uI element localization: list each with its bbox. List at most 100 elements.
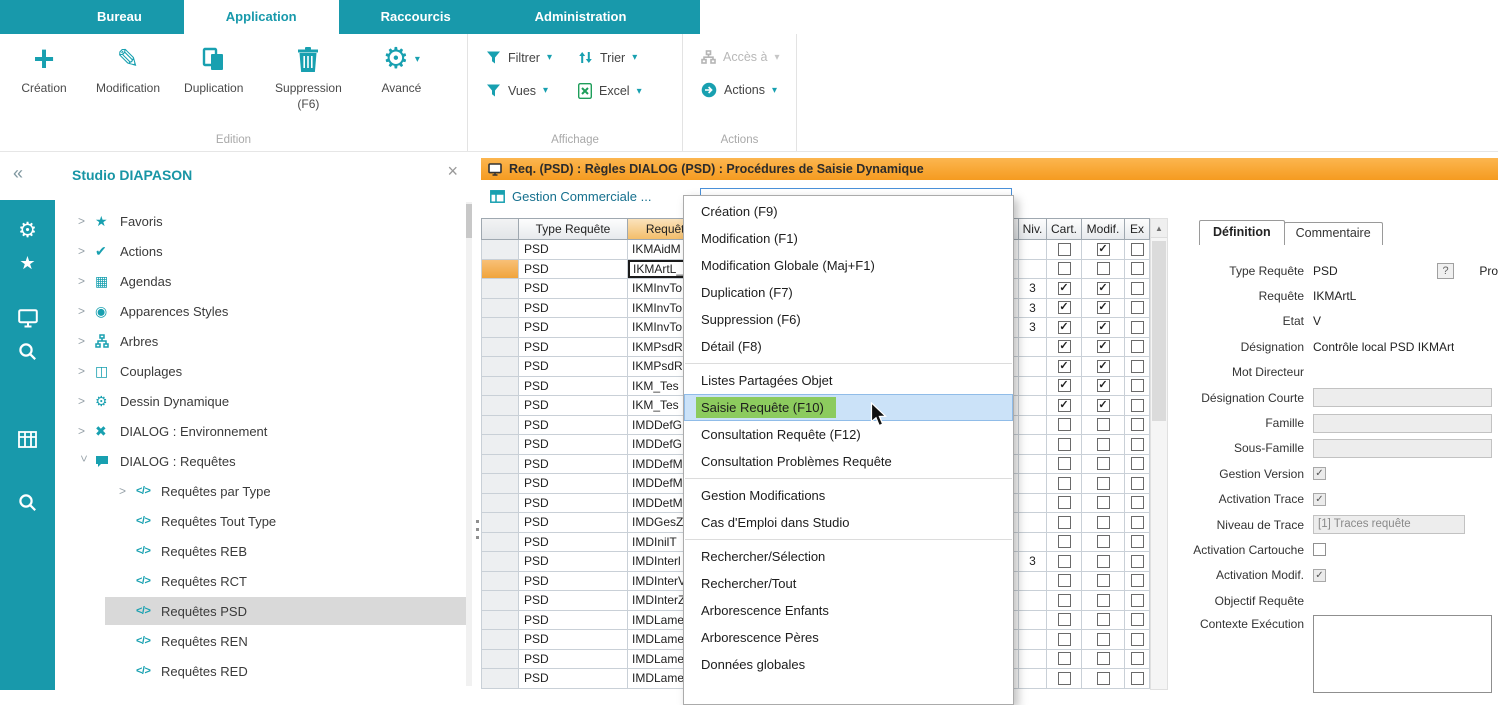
modif-checkbox[interactable]: [1097, 496, 1110, 509]
close-sidebar-button[interactable]: ×: [447, 161, 458, 182]
detail-tab-commentaire[interactable]: Commentaire: [1284, 222, 1383, 245]
field-checkbox[interactable]: ✓: [1313, 467, 1326, 480]
cart-checkbox[interactable]: [1058, 555, 1071, 568]
ex-checkbox[interactable]: [1131, 262, 1144, 275]
chevron-icon[interactable]: >: [78, 214, 95, 228]
cart-checkbox[interactable]: [1058, 574, 1071, 587]
ex-checkbox[interactable]: [1131, 574, 1144, 587]
grid-header-ex[interactable]: Ex: [1125, 218, 1150, 240]
menu-item-saisie-requ-te-f10[interactable]: Saisie Requête (F10): [684, 394, 1013, 421]
modif-checkbox[interactable]: [1097, 262, 1110, 275]
field-checkbox[interactable]: ✓: [1313, 493, 1326, 506]
modif-checkbox[interactable]: [1097, 535, 1110, 548]
row-selector[interactable]: [481, 474, 519, 494]
cart-checkbox[interactable]: ✓: [1058, 379, 1071, 392]
top-tab-application[interactable]: Application: [184, 0, 339, 34]
row-selector[interactable]: [481, 260, 519, 280]
top-tab-bureau[interactable]: Bureau: [55, 0, 184, 34]
modif-checkbox[interactable]: ✓: [1097, 282, 1110, 295]
row-selector[interactable]: [481, 338, 519, 358]
ex-checkbox[interactable]: [1131, 594, 1144, 607]
cart-checkbox[interactable]: ✓: [1058, 301, 1071, 314]
cart-checkbox[interactable]: [1058, 633, 1071, 646]
tree-item-requ-tes-psd[interactable]: </>Requêtes PSD: [55, 596, 478, 626]
chevron-icon[interactable]: >: [77, 455, 91, 472]
tree-item-actions[interactable]: >✔Actions: [55, 236, 478, 266]
ex-checkbox[interactable]: [1131, 399, 1144, 412]
cart-checkbox[interactable]: [1058, 477, 1071, 490]
row-selector[interactable]: [481, 396, 519, 416]
avance-button[interactable]: ⚙ ▾ Avancé: [373, 42, 429, 112]
creation-button[interactable]: + Création: [16, 42, 72, 112]
row-selector[interactable]: [481, 552, 519, 572]
rail-monitor-icon[interactable]: [0, 303, 55, 333]
row-selector[interactable]: [481, 513, 519, 533]
modif-checkbox[interactable]: ✓: [1097, 399, 1110, 412]
row-selector[interactable]: [481, 318, 519, 338]
grid-header-type[interactable]: Type Requête: [519, 218, 628, 240]
cart-checkbox[interactable]: [1058, 535, 1071, 548]
menu-item-modification-f1[interactable]: Modification (F1): [684, 225, 1013, 252]
modif-checkbox[interactable]: [1097, 418, 1110, 431]
modif-checkbox[interactable]: ✓: [1097, 379, 1110, 392]
tree-item-requ-tes-rct[interactable]: </>Requêtes RCT: [55, 566, 478, 596]
excel-button[interactable]: Excel ▾: [578, 83, 642, 99]
row-selector[interactable]: [481, 416, 519, 436]
tree-item-dessin-dynamique[interactable]: >⚙Dessin Dynamique: [55, 386, 478, 416]
menu-item-suppression-f6[interactable]: Suppression (F6): [684, 306, 1013, 333]
field-input[interactable]: [1313, 439, 1492, 458]
cart-checkbox[interactable]: [1058, 457, 1071, 470]
ex-checkbox[interactable]: [1131, 321, 1144, 334]
acces-a-button[interactable]: Accès à ▾: [701, 50, 780, 64]
suppression-button[interactable]: Suppression (F6): [267, 42, 349, 112]
cart-checkbox[interactable]: [1058, 594, 1071, 607]
menu-item-donn-es-globales[interactable]: Données globales: [684, 651, 1013, 678]
menu-item-modification-globale-maj-f1[interactable]: Modification Globale (Maj+F1): [684, 252, 1013, 279]
row-selector[interactable]: [481, 630, 519, 650]
ex-checkbox[interactable]: [1131, 652, 1144, 665]
ex-checkbox[interactable]: [1131, 457, 1144, 470]
row-selector[interactable]: [481, 377, 519, 397]
ex-checkbox[interactable]: [1131, 438, 1144, 451]
row-selector[interactable]: [481, 669, 519, 689]
ex-checkbox[interactable]: [1131, 340, 1144, 353]
tree-item-apparences-styles[interactable]: >◉Apparences Styles: [55, 296, 478, 326]
menu-item-rechercher-s-lection[interactable]: Rechercher/Sélection: [684, 543, 1013, 570]
tree-item-requ-tes-ren[interactable]: </>Requêtes REN: [55, 626, 478, 656]
menu-item-d-tail-f8[interactable]: Détail (F8): [684, 333, 1013, 360]
cart-checkbox[interactable]: ✓: [1058, 360, 1071, 373]
detail-tab-d-finition[interactable]: Définition: [1199, 220, 1285, 245]
row-selector[interactable]: [481, 572, 519, 592]
chevron-icon[interactable]: >: [78, 274, 95, 288]
grid-header-modif[interactable]: Modif.: [1082, 218, 1125, 240]
grid-scrollbar[interactable]: ▲: [1150, 218, 1168, 690]
tree-item-requ-tes-reb[interactable]: </>Requêtes REB: [55, 536, 478, 566]
modif-checkbox[interactable]: ✓: [1097, 243, 1110, 256]
modif-checkbox[interactable]: [1097, 672, 1110, 685]
ex-checkbox[interactable]: [1131, 613, 1144, 626]
menu-item-rechercher-tout[interactable]: Rechercher/Tout: [684, 570, 1013, 597]
ex-checkbox[interactable]: [1131, 418, 1144, 431]
modif-checkbox[interactable]: ✓: [1097, 301, 1110, 314]
row-selector[interactable]: [481, 279, 519, 299]
field-checkbox[interactable]: ✓: [1313, 569, 1326, 582]
cart-checkbox[interactable]: [1058, 516, 1071, 529]
rail-search-icon[interactable]: [0, 336, 55, 366]
tree-item-requ-tes-tout-type[interactable]: </>Requêtes Tout Type: [55, 506, 478, 536]
row-selector[interactable]: [481, 299, 519, 319]
scroll-up-button[interactable]: ▲: [1151, 219, 1167, 238]
modif-checkbox[interactable]: [1097, 457, 1110, 470]
ex-checkbox[interactable]: [1131, 301, 1144, 314]
modif-checkbox[interactable]: ✓: [1097, 321, 1110, 334]
tree-item-requ-tes-par-type[interactable]: ></>Requêtes par Type: [55, 476, 478, 506]
chevron-icon[interactable]: >: [78, 304, 95, 318]
modif-checkbox[interactable]: [1097, 438, 1110, 451]
actions-button[interactable]: Actions ▾: [701, 82, 780, 98]
tree-item-dialog-requ-tes[interactable]: >DIALOG : Requêtes: [55, 446, 478, 476]
cart-checkbox[interactable]: ✓: [1058, 340, 1071, 353]
filtrer-button[interactable]: Filtrer ▾: [486, 50, 552, 65]
grid-header-gutter[interactable]: [481, 218, 519, 240]
row-selector[interactable]: [481, 455, 519, 475]
menu-item-cas-d-emploi-dans-studio[interactable]: Cas d'Emploi dans Studio: [684, 509, 1013, 536]
tree-item-dialog-environnement[interactable]: >✖DIALOG : Environnement: [55, 416, 478, 446]
